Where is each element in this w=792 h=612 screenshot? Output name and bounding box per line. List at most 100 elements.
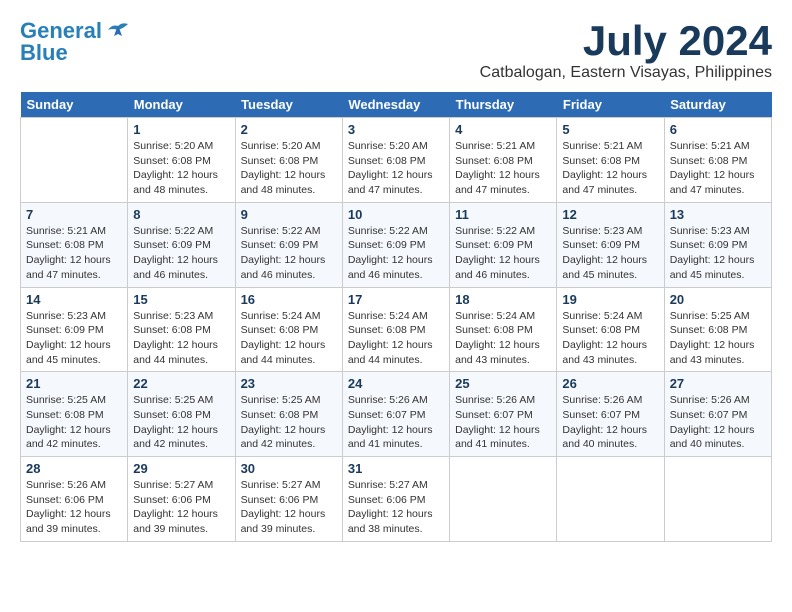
header-thursday: Thursday (450, 92, 557, 118)
header-friday: Friday (557, 92, 664, 118)
day-info: Sunrise: 5:20 AMSunset: 6:08 PMDaylight:… (133, 139, 229, 198)
day-info: Sunrise: 5:26 AMSunset: 6:06 PMDaylight:… (26, 478, 122, 537)
day-cell: 10 Sunrise: 5:22 AMSunset: 6:09 PMDayligh… (342, 202, 449, 287)
location: Catbalogan, Eastern Visayas, Philippines (480, 64, 772, 82)
day-info: Sunrise: 5:23 AMSunset: 6:08 PMDaylight:… (133, 309, 229, 368)
header-wednesday: Wednesday (342, 92, 449, 118)
day-info: Sunrise: 5:26 AMSunset: 6:07 PMDaylight:… (562, 393, 658, 452)
day-cell: 1 Sunrise: 5:20 AMSunset: 6:08 PMDaylight… (128, 118, 235, 203)
day-cell (450, 457, 557, 542)
week-row-2: 7 Sunrise: 5:21 AMSunset: 6:08 PMDaylight… (21, 202, 772, 287)
page-header: GeneralBlue July 2024 Catbalogan, Easter… (20, 20, 772, 82)
day-number: 19 (562, 292, 658, 307)
day-number: 1 (133, 122, 229, 137)
day-number: 6 (670, 122, 766, 137)
day-info: Sunrise: 5:25 AMSunset: 6:08 PMDaylight:… (241, 393, 337, 452)
day-cell: 16 Sunrise: 5:24 AMSunset: 6:08 PMDayligh… (235, 287, 342, 372)
day-cell: 5Sunrise: 5:21 AMSunset: 6:08 PMDaylight… (557, 118, 664, 203)
day-cell: 23 Sunrise: 5:25 AMSunset: 6:08 PMDayligh… (235, 372, 342, 457)
header-tuesday: Tuesday (235, 92, 342, 118)
day-cell: 18 Sunrise: 5:24 AMSunset: 6:08 PMDayligh… (450, 287, 557, 372)
day-number: 13 (670, 207, 766, 222)
day-info: Sunrise: 5:25 AMSunset: 6:08 PMDaylight:… (670, 309, 766, 368)
day-cell: 20 Sunrise: 5:25 AMSunset: 6:08 PMDayligh… (664, 287, 771, 372)
week-row-5: 28 Sunrise: 5:26 AMSunset: 6:06 PMDayligh… (21, 457, 772, 542)
day-number: 14 (26, 292, 122, 307)
day-cell: 29 Sunrise: 5:27 AMSunset: 6:06 PMDayligh… (128, 457, 235, 542)
day-number: 18 (455, 292, 551, 307)
header-row: SundayMondayTuesdayWednesdayThursdayFrid… (21, 92, 772, 118)
day-info: Sunrise: 5:23 AMSunset: 6:09 PMDaylight:… (26, 309, 122, 368)
day-info: Sunrise: 5:25 AMSunset: 6:08 PMDaylight:… (133, 393, 229, 452)
day-info: Sunrise: 5:24 AMSunset: 6:08 PMDaylight:… (241, 309, 337, 368)
day-info: Sunrise: 5:27 AMSunset: 6:06 PMDaylight:… (348, 478, 444, 537)
logo-bird-icon (104, 22, 132, 44)
day-cell: 24 Sunrise: 5:26 AMSunset: 6:07 PMDayligh… (342, 372, 449, 457)
day-info: Sunrise: 5:26 AMSunset: 6:07 PMDaylight:… (348, 393, 444, 452)
title-area: July 2024 Catbalogan, Eastern Visayas, P… (480, 20, 772, 82)
day-cell (21, 118, 128, 203)
day-info: Sunrise: 5:26 AMSunset: 6:07 PMDaylight:… (670, 393, 766, 452)
week-row-1: 1 Sunrise: 5:20 AMSunset: 6:08 PMDaylight… (21, 118, 772, 203)
day-cell: 14 Sunrise: 5:23 AMSunset: 6:09 PMDayligh… (21, 287, 128, 372)
day-info: Sunrise: 5:21 AMSunset: 6:08 PMDaylight:… (670, 139, 766, 198)
day-info: Sunrise: 5:25 AMSunset: 6:08 PMDaylight:… (26, 393, 122, 452)
logo-text: GeneralBlue (20, 20, 102, 64)
day-cell: 19Sunrise: 5:24 AMSunset: 6:08 PMDayligh… (557, 287, 664, 372)
day-cell: 2 Sunrise: 5:20 AMSunset: 6:08 PMDaylight… (235, 118, 342, 203)
day-number: 12 (562, 207, 658, 222)
day-number: 17 (348, 292, 444, 307)
day-number: 9 (241, 207, 337, 222)
day-number: 20 (670, 292, 766, 307)
day-cell: 11 Sunrise: 5:22 AMSunset: 6:09 PMDayligh… (450, 202, 557, 287)
day-number: 23 (241, 376, 337, 391)
day-cell: 27 Sunrise: 5:26 AMSunset: 6:07 PMDayligh… (664, 372, 771, 457)
day-info: Sunrise: 5:24 AMSunset: 6:08 PMDaylight:… (455, 309, 551, 368)
day-number: 26 (562, 376, 658, 391)
month-title: July 2024 (480, 20, 772, 62)
day-number: 2 (241, 122, 337, 137)
day-number: 28 (26, 461, 122, 476)
day-cell: 28 Sunrise: 5:26 AMSunset: 6:06 PMDayligh… (21, 457, 128, 542)
day-number: 8 (133, 207, 229, 222)
day-number: 11 (455, 207, 551, 222)
day-cell: 15 Sunrise: 5:23 AMSunset: 6:08 PMDayligh… (128, 287, 235, 372)
day-info: Sunrise: 5:27 AMSunset: 6:06 PMDaylight:… (241, 478, 337, 537)
day-cell (557, 457, 664, 542)
day-number: 16 (241, 292, 337, 307)
day-cell: 7 Sunrise: 5:21 AMSunset: 6:08 PMDaylight… (21, 202, 128, 287)
day-number: 29 (133, 461, 229, 476)
day-number: 15 (133, 292, 229, 307)
day-cell: 4Sunrise: 5:21 AMSunset: 6:08 PMDaylight… (450, 118, 557, 203)
day-number: 5 (562, 122, 658, 137)
week-row-4: 21 Sunrise: 5:25 AMSunset: 6:08 PMDayligh… (21, 372, 772, 457)
day-number: 10 (348, 207, 444, 222)
day-cell: 26 Sunrise: 5:26 AMSunset: 6:07 PMDayligh… (557, 372, 664, 457)
day-info: Sunrise: 5:22 AMSunset: 6:09 PMDaylight:… (241, 224, 337, 283)
day-cell (664, 457, 771, 542)
day-number: 30 (241, 461, 337, 476)
day-info: Sunrise: 5:20 AMSunset: 6:08 PMDaylight:… (348, 139, 444, 198)
day-number: 7 (26, 207, 122, 222)
day-info: Sunrise: 5:24 AMSunset: 6:08 PMDaylight:… (348, 309, 444, 368)
day-cell: 13Sunrise: 5:23 AMSunset: 6:09 PMDayligh… (664, 202, 771, 287)
day-number: 27 (670, 376, 766, 391)
day-number: 3 (348, 122, 444, 137)
day-info: Sunrise: 5:27 AMSunset: 6:06 PMDaylight:… (133, 478, 229, 537)
day-cell: 6 Sunrise: 5:21 AMSunset: 6:08 PMDaylight… (664, 118, 771, 203)
day-cell: 9 Sunrise: 5:22 AMSunset: 6:09 PMDaylight… (235, 202, 342, 287)
day-cell: 31Sunrise: 5:27 AMSunset: 6:06 PMDayligh… (342, 457, 449, 542)
day-info: Sunrise: 5:20 AMSunset: 6:08 PMDaylight:… (241, 139, 337, 198)
day-info: Sunrise: 5:21 AMSunset: 6:08 PMDaylight:… (26, 224, 122, 283)
day-cell: 25Sunrise: 5:26 AMSunset: 6:07 PMDayligh… (450, 372, 557, 457)
day-cell: 22Sunrise: 5:25 AMSunset: 6:08 PMDayligh… (128, 372, 235, 457)
day-cell: 3 Sunrise: 5:20 AMSunset: 6:08 PMDaylight… (342, 118, 449, 203)
day-number: 21 (26, 376, 122, 391)
day-info: Sunrise: 5:22 AMSunset: 6:09 PMDaylight:… (348, 224, 444, 283)
day-cell: 21 Sunrise: 5:25 AMSunset: 6:08 PMDayligh… (21, 372, 128, 457)
day-info: Sunrise: 5:22 AMSunset: 6:09 PMDaylight:… (455, 224, 551, 283)
day-number: 24 (348, 376, 444, 391)
day-info: Sunrise: 5:22 AMSunset: 6:09 PMDaylight:… (133, 224, 229, 283)
week-row-3: 14 Sunrise: 5:23 AMSunset: 6:09 PMDayligh… (21, 287, 772, 372)
header-sunday: Sunday (21, 92, 128, 118)
